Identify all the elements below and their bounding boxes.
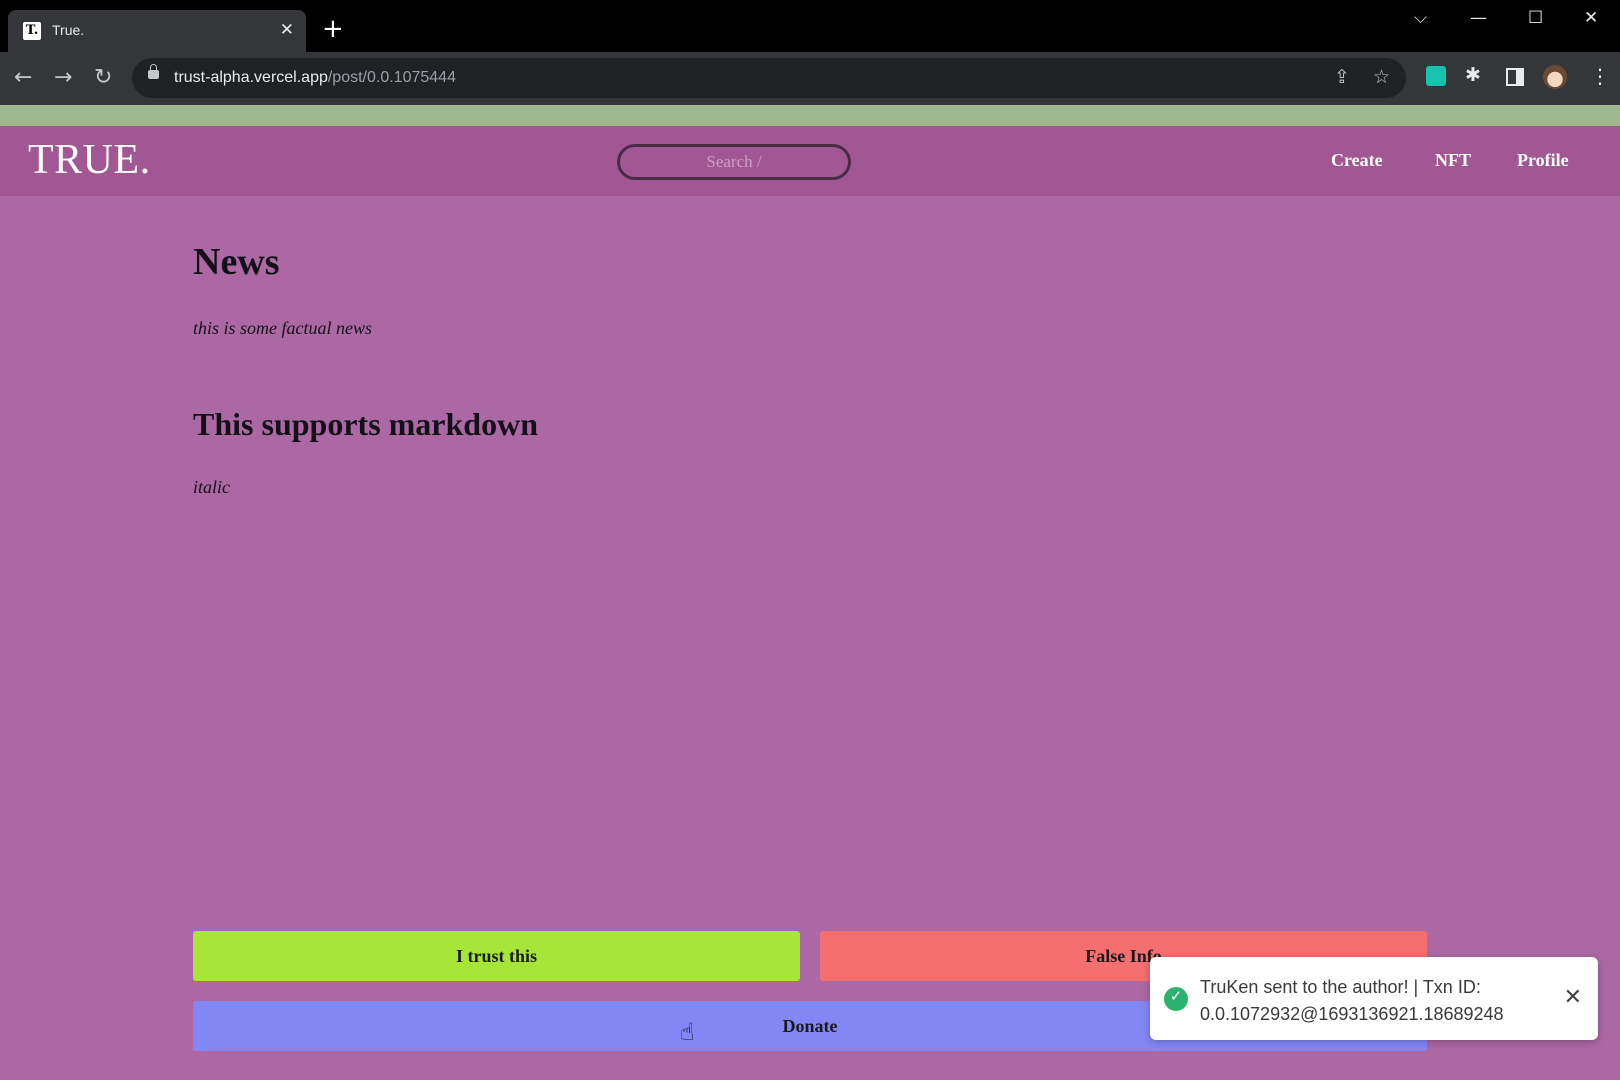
minimize-icon[interactable]: — bbox=[1470, 8, 1487, 28]
puzzle-icon[interactable]: ✱ bbox=[1465, 64, 1481, 86]
search-input[interactable]: Search / bbox=[617, 144, 851, 180]
extension-icon[interactable] bbox=[1426, 66, 1446, 86]
browser-tab-bar: T. True. ✕ + ⌵ — ☐ ✕ bbox=[0, 0, 1620, 52]
address-bar[interactable]: trust-alpha.vercel.app/post/0.0.1075444 … bbox=[132, 58, 1406, 98]
lock-icon bbox=[148, 64, 159, 79]
browser-toolbar: ← → ↻ trust-alpha.vercel.app/post/0.0.10… bbox=[0, 52, 1620, 105]
profile-avatar[interactable] bbox=[1543, 65, 1567, 89]
toast-close-icon[interactable]: ✕ bbox=[1564, 985, 1582, 1010]
page-top-strip bbox=[0, 105, 1620, 126]
maximize-icon[interactable]: ☐ bbox=[1528, 8, 1543, 28]
nav-create[interactable]: Create bbox=[1331, 150, 1383, 171]
site-header: TRUE. Search / Create NFT Profile bbox=[0, 126, 1620, 196]
nav-profile[interactable]: Profile bbox=[1517, 150, 1569, 171]
tab-close-icon[interactable]: ✕ bbox=[280, 21, 294, 39]
toast-message: TruKen sent to the author! | Txn ID: 0.0… bbox=[1200, 974, 1550, 1028]
star-icon[interactable]: ☆ bbox=[1373, 66, 1390, 88]
site-logo[interactable]: TRUE. bbox=[28, 136, 151, 184]
url-text[interactable]: trust-alpha.vercel.app/post/0.0.1075444 bbox=[174, 69, 456, 87]
back-arrow-icon[interactable]: ← bbox=[14, 65, 32, 91]
post-title: News bbox=[193, 241, 280, 283]
side-panel-icon[interactable] bbox=[1506, 68, 1524, 86]
nav-nft[interactable]: NFT bbox=[1435, 150, 1471, 171]
trust-button[interactable]: I trust this bbox=[193, 931, 800, 981]
menu-icon[interactable]: ⋮ bbox=[1590, 64, 1610, 88]
tab-title: True. bbox=[52, 22, 85, 38]
favicon-icon: T. bbox=[23, 22, 41, 40]
reload-icon[interactable]: ↻ bbox=[94, 65, 112, 91]
toast-message-line2: 0.0.1072932@1693136921.18689248 bbox=[1200, 1004, 1504, 1024]
markdown-heading: This supports markdown bbox=[193, 406, 538, 442]
success-toast: ✓ TruKen sent to the author! | Txn ID: 0… bbox=[1150, 957, 1598, 1040]
new-tab-plus-icon[interactable]: + bbox=[322, 16, 344, 42]
browser-tab[interactable]: T. True. ✕ bbox=[8, 10, 306, 52]
post-body: this is some factual news bbox=[193, 318, 372, 338]
share-icon[interactable]: ⇪ bbox=[1334, 66, 1350, 88]
toast-message-line1: TruKen sent to the author! | Txn ID: bbox=[1200, 977, 1481, 997]
pointer-cursor-icon: ☝ bbox=[680, 1018, 695, 1046]
forward-arrow-icon[interactable]: → bbox=[54, 65, 72, 91]
tab-search-chevron-icon[interactable]: ⌵ bbox=[1414, 8, 1427, 28]
markdown-italic-text: italic bbox=[193, 477, 230, 497]
window-close-icon[interactable]: ✕ bbox=[1584, 8, 1598, 28]
check-circle-icon: ✓ bbox=[1164, 987, 1188, 1011]
